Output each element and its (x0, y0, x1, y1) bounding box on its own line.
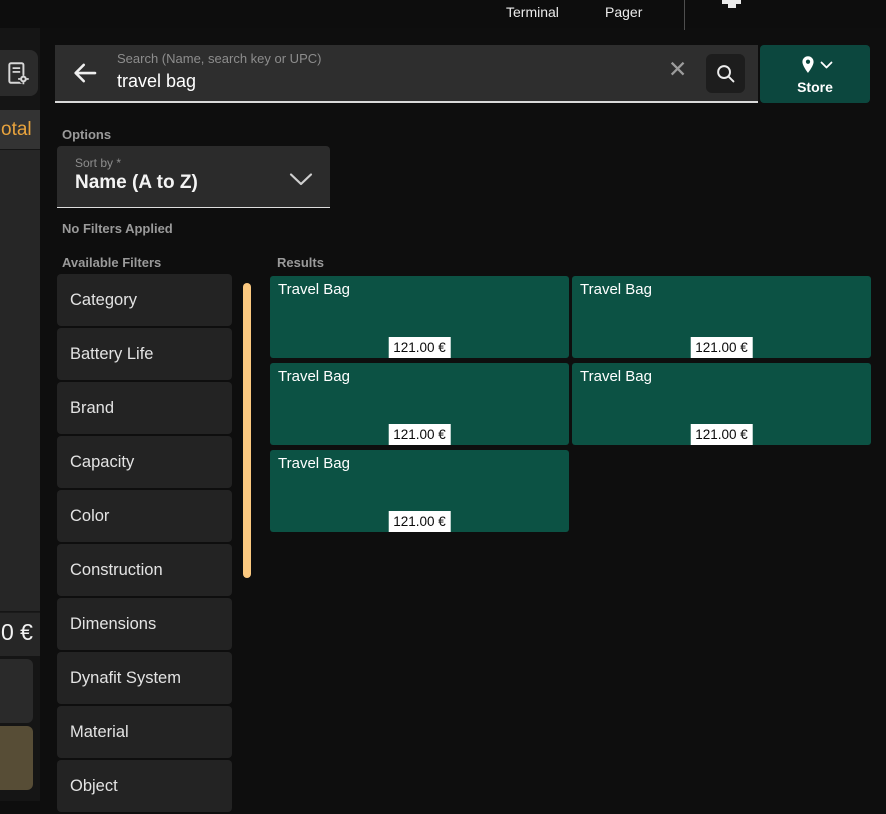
product-name: Travel Bag (278, 455, 561, 472)
filter-item-object[interactable]: Object (57, 760, 232, 812)
filters-applied-status: No Filters Applied (62, 221, 173, 236)
search-icon (714, 62, 737, 85)
sort-by-value: Name (A to Z) (75, 172, 198, 194)
receipt-settings-button[interactable] (0, 50, 38, 96)
pay-button[interactable] (0, 726, 33, 790)
product-name: Travel Bag (278, 368, 561, 385)
product-price-badge: 121.00 € (690, 424, 753, 445)
top-bar: Terminal Pager (0, 0, 886, 28)
product-price-badge: 121.00 € (388, 511, 451, 532)
filter-item-label: Material (70, 723, 129, 742)
filter-item-label: Dimensions (70, 615, 156, 634)
product-card[interactable]: Travel Bag 121.00 € (270, 450, 569, 532)
store-selector-button[interactable]: Store (760, 45, 870, 103)
filter-item-category[interactable]: Category (57, 274, 232, 326)
receipt-settings-icon (5, 60, 31, 86)
available-filters-heading: Available Filters (62, 255, 161, 270)
gear-icon[interactable] (722, 0, 742, 9)
sort-by-select[interactable]: Sort by * Name (A to Z) (57, 146, 330, 208)
filter-item-capacity[interactable]: Capacity (57, 436, 232, 488)
filter-item-label: Construction (70, 561, 163, 580)
store-button-label: Store (760, 79, 870, 95)
filter-item-material[interactable]: Material (57, 706, 232, 758)
header-divider (684, 0, 685, 30)
order-lines-panel (0, 150, 40, 611)
filter-item-label: Category (70, 291, 137, 310)
filter-item-dimensions[interactable]: Dimensions (57, 598, 232, 650)
order-total-row: 0 € (0, 612, 40, 656)
filter-item-label: Object (70, 777, 118, 796)
product-card[interactable]: Travel Bag 121.00 € (572, 276, 871, 358)
product-price-badge: 121.00 € (388, 337, 451, 358)
product-card[interactable]: Travel Bag 121.00 € (270, 276, 569, 358)
filter-item-label: Brand (70, 399, 114, 418)
results-grid: Travel Bag121.00 €Travel Bag121.00 €Trav… (270, 276, 871, 532)
filter-item-dynafit-system[interactable]: Dynafit System (57, 652, 232, 704)
filter-list: Category Battery Life Brand Capacity Color Co… (57, 274, 232, 814)
filter-item-label: Dynafit System (70, 669, 181, 688)
chevron-down-icon (820, 61, 833, 70)
product-name: Travel Bag (580, 281, 863, 298)
product-name: Travel Bag (580, 368, 863, 385)
product-price-badge: 121.00 € (690, 337, 753, 358)
gear-icon-part (728, 0, 736, 8)
filter-item-brand[interactable]: Brand (57, 382, 232, 434)
numpad-button[interactable] (0, 659, 33, 723)
tab-total-label: otal (1, 119, 32, 141)
filter-item-label: Capacity (70, 453, 134, 472)
filter-item-construction[interactable]: Construction (57, 544, 232, 596)
chevron-down-icon (288, 172, 314, 187)
tab-total[interactable]: otal (0, 110, 40, 149)
sort-by-label: Sort by * (75, 156, 121, 170)
back-arrow-icon[interactable] (70, 58, 100, 88)
options-heading: Options (62, 127, 111, 142)
product-price-badge: 121.00 € (388, 424, 451, 445)
nav-terminal[interactable]: Terminal (506, 4, 559, 20)
filter-item-label: Battery Life (70, 345, 153, 364)
search-field-value[interactable]: travel bag (117, 71, 196, 92)
location-pin-icon (797, 54, 819, 76)
clear-search-icon[interactable]: ✕ (668, 58, 687, 81)
search-submit-button[interactable] (706, 54, 745, 93)
filter-scrollbar[interactable] (243, 283, 251, 578)
filter-item-label: Color (70, 507, 109, 526)
results-heading: Results (277, 255, 324, 270)
product-card[interactable]: Travel Bag 121.00 € (270, 363, 569, 445)
search-field-label: Search (Name, search key or UPC) (117, 51, 321, 66)
filter-item-color[interactable]: Color (57, 490, 232, 542)
product-card[interactable]: Travel Bag 121.00 € (572, 363, 871, 445)
nav-pager[interactable]: Pager (605, 4, 642, 20)
order-total-amount: 0 € (1, 619, 33, 646)
filter-item-battery-life[interactable]: Battery Life (57, 328, 232, 380)
product-name: Travel Bag (278, 281, 561, 298)
